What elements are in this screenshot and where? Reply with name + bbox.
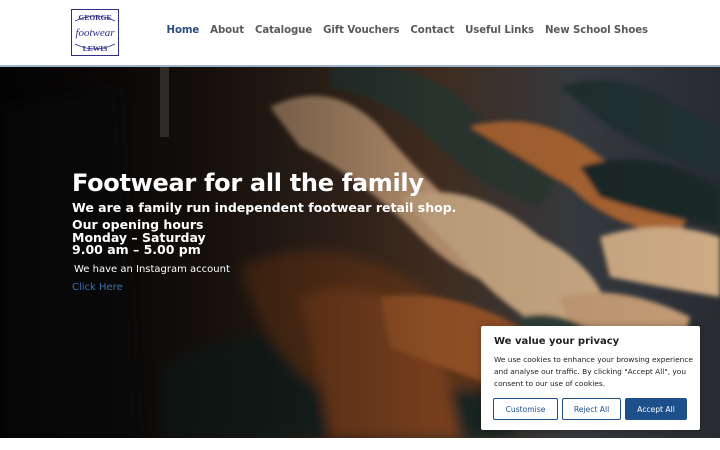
nav-useful-links[interactable]: Useful Links: [465, 25, 534, 36]
instagram-text: We have an Instagram account: [74, 264, 230, 275]
customise-button[interactable]: Customise: [493, 398, 558, 420]
site-header: GEORGE footwear LEWIS Home About Catalog…: [0, 0, 720, 65]
logo-graphic: GEORGE footwear LEWIS: [74, 13, 115, 53]
main-nav: Home About Catalogue Gift Vouchers Conta…: [156, 25, 649, 36]
cookie-title: We value your privacy: [494, 336, 620, 347]
opening-hours-time: 9.00 am – 5.00 pm: [72, 242, 201, 257]
cookie-banner: We value your privacy We use cookies to …: [481, 326, 700, 430]
accept-all-button[interactable]: Accept All: [625, 398, 687, 420]
logo-line1: GEORGE: [79, 13, 112, 22]
nav-home[interactable]: Home: [167, 25, 200, 36]
logo-line2: footwear: [75, 27, 115, 39]
site-logo[interactable]: GEORGE footwear LEWIS: [71, 9, 119, 56]
hero-subtitle: We are a family run independent footwear…: [72, 200, 457, 215]
instagram-link[interactable]: Click Here: [72, 282, 123, 293]
hero-title: Footwear for all the family: [72, 169, 424, 197]
logo-line3: LEWIS: [83, 44, 108, 53]
nav-contact[interactable]: Contact: [410, 25, 454, 36]
nav-catalogue[interactable]: Catalogue: [255, 25, 312, 36]
nav-new-school-shoes[interactable]: New School Shoes: [545, 25, 648, 36]
cookie-text: We use cookies to enhance your browsing …: [494, 355, 693, 388]
reject-all-button[interactable]: Reject All: [562, 398, 621, 420]
nav-about[interactable]: About: [210, 25, 244, 36]
nav-gift-vouchers[interactable]: Gift Vouchers: [323, 25, 399, 36]
